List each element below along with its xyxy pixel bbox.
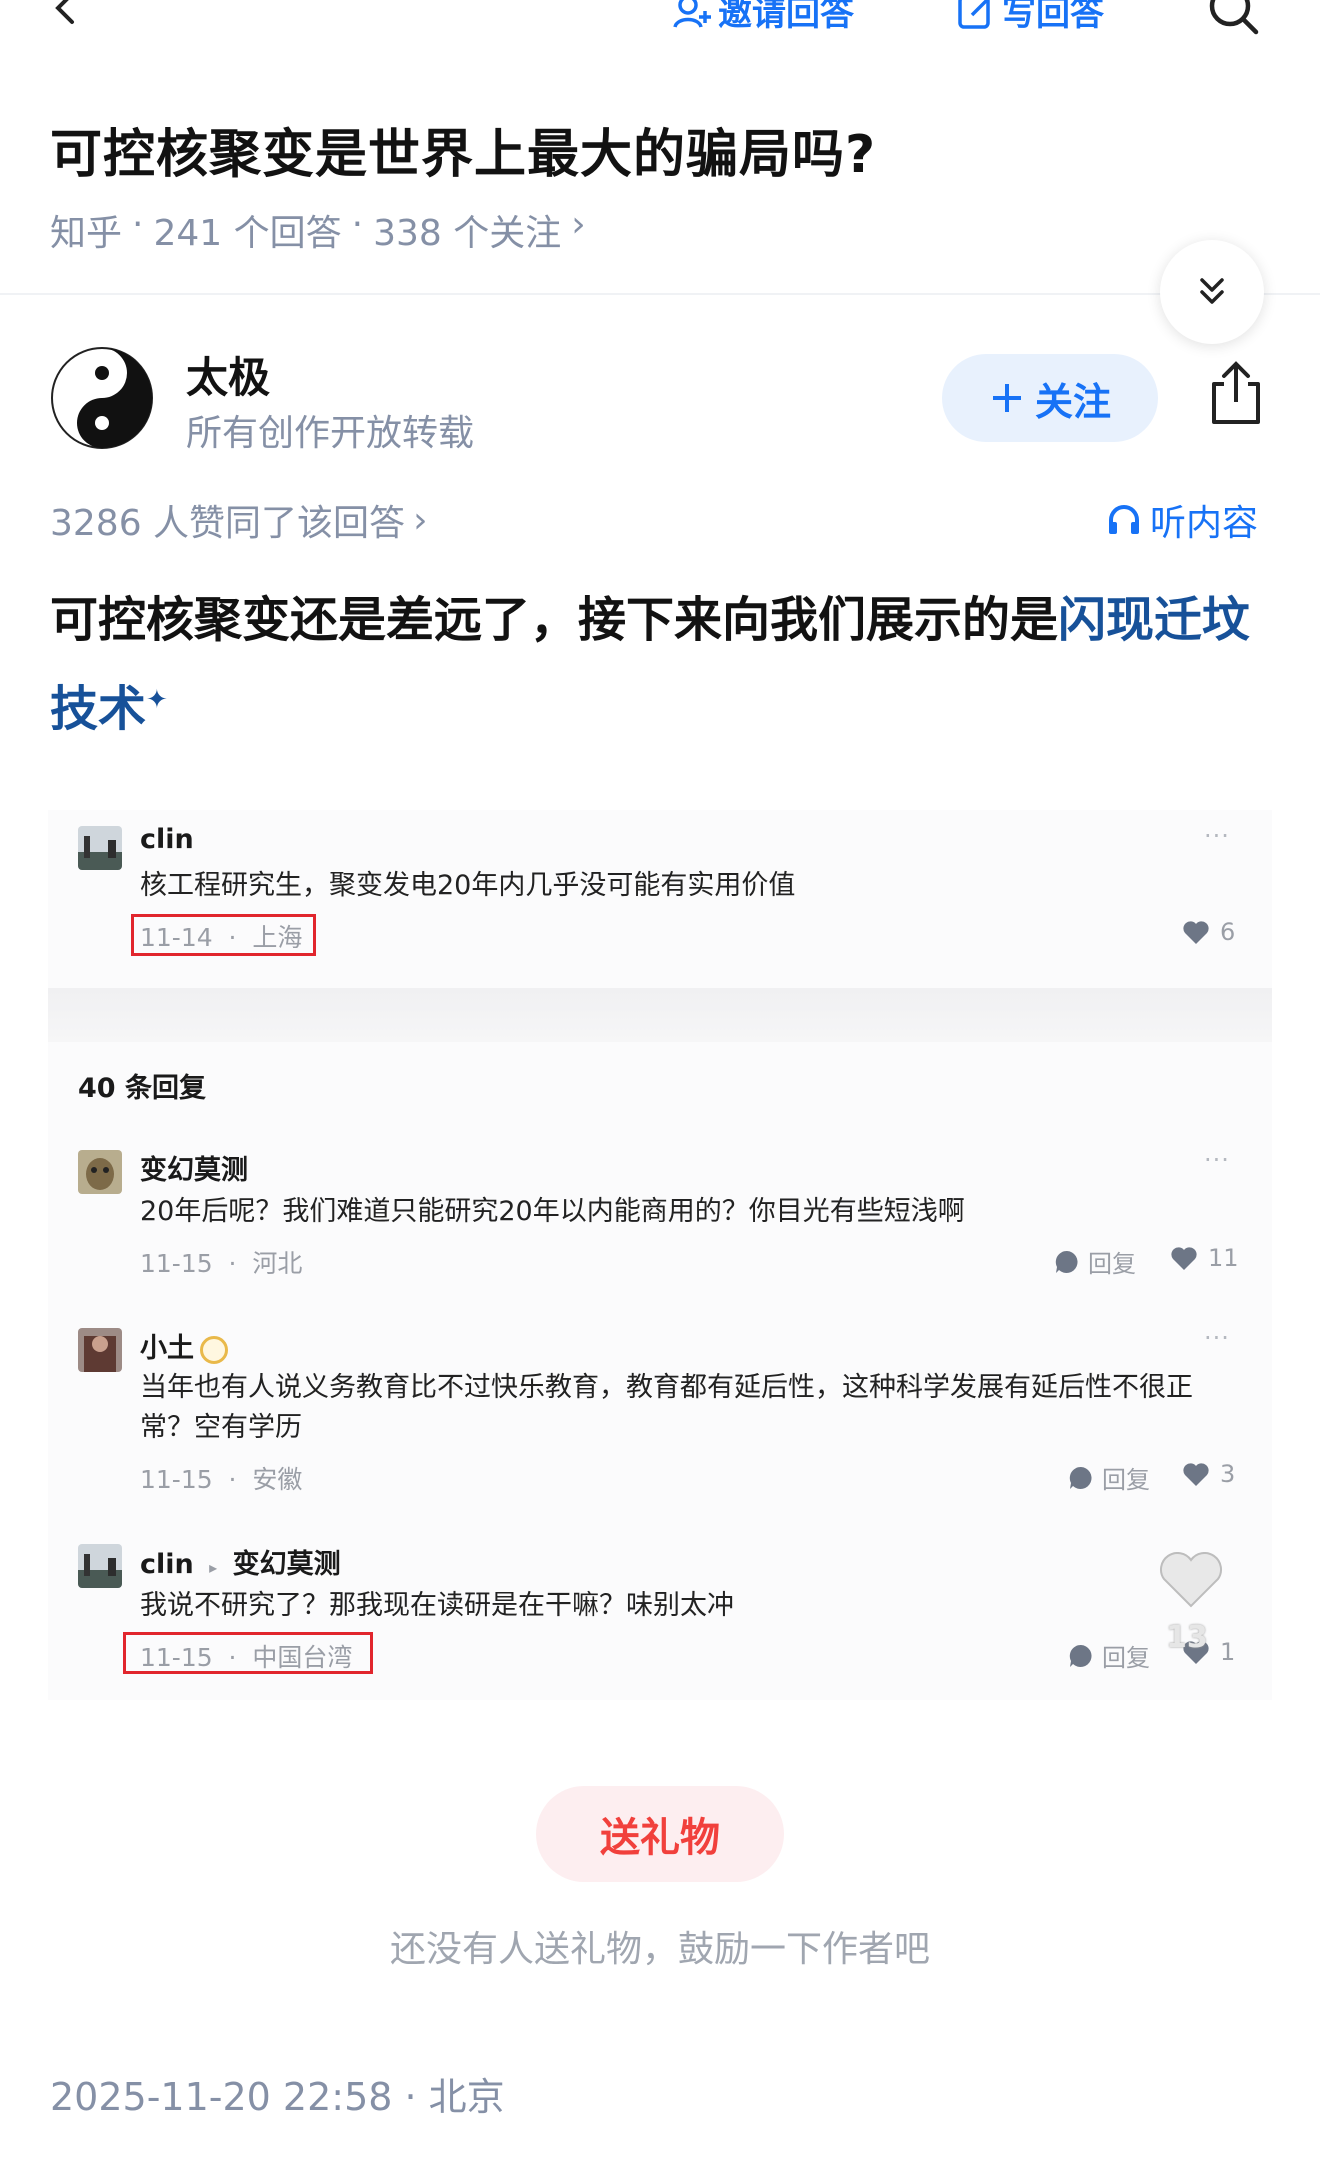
top-nav: 邀请回答 写回答 — [0, 0, 1320, 40]
header-divider — [0, 293, 1320, 295]
answer-text: 可控核聚变还是差远了，接下来向我们展示的是 — [50, 592, 1059, 648]
answer-body: 可控核聚变还是差远了，接下来向我们展示的是闪现迁坟技术✦ — [50, 580, 1280, 749]
headphones-icon — [1109, 505, 1139, 534]
share-icon[interactable] — [1206, 360, 1266, 428]
reply-label: 回复 — [1102, 1466, 1150, 1494]
author-description: 所有创作开放转载 — [186, 413, 475, 454]
comment-text: 20年后呢？我们难道只能研究20年以内能商用的？你目光有些短浅啊 — [140, 1196, 965, 1227]
heart-icon — [1183, 921, 1209, 944]
comment-text: 我说不研究了？那我现在读研是在干嘛？味别太冲 — [140, 1590, 734, 1621]
upvote-summary[interactable]: 3286 人赞同了该回答 › — [50, 494, 427, 546]
follow-label: 关注 — [1034, 379, 1111, 424]
heart-icon — [1183, 1463, 1209, 1486]
reply-button: 回复 — [1068, 1460, 1150, 1495]
edit-icon — [958, 0, 990, 29]
reply-label: 回复 — [1088, 1250, 1136, 1278]
like-number: 6 — [1220, 918, 1236, 946]
highlight-box — [131, 914, 316, 956]
question-source: 知乎 — [50, 213, 123, 254]
reply-button: 回复 — [1068, 1638, 1150, 1673]
plus-icon — [992, 384, 1021, 412]
invite-answer-label: 邀请回答 — [718, 0, 854, 34]
author-name[interactable]: 太极 — [186, 344, 270, 405]
reply-label: 回复 — [1102, 1644, 1150, 1672]
meta-separator: · — [132, 204, 144, 245]
floating-like-icon[interactable] — [1158, 1552, 1224, 1608]
collapse-button[interactable] — [1160, 240, 1264, 344]
listen-button[interactable]: 听内容 — [1106, 494, 1258, 546]
write-answer-button[interactable]: 写回答 — [956, 0, 1104, 35]
comment-meta: 11-15 · 河北 — [140, 1249, 303, 1278]
heart-icon — [1171, 1247, 1197, 1270]
commenter-name-text: clin — [140, 1549, 194, 1580]
more-icon: ··· — [1204, 1146, 1230, 1174]
question-title[interactable]: 可控核聚变是世界上最大的骗局吗? — [50, 112, 876, 187]
listen-label: 听内容 — [1150, 503, 1259, 544]
comment-bubble-icon — [1055, 1250, 1078, 1273]
more-icon: ··· — [1204, 822, 1230, 850]
like-number: 11 — [1208, 1244, 1239, 1272]
commenter-name: clin ▸ 变幻莫测 — [140, 1542, 341, 1581]
top-comment: clin ··· 核工程研究生，聚变发电20年内几乎没可能有实用价值 11-14… — [48, 810, 1272, 988]
answer-count: 241 个回答 — [153, 213, 342, 254]
chevron-right-icon: › — [413, 499, 428, 541]
author-avatar[interactable] — [50, 346, 154, 450]
meta-separator: · — [351, 204, 364, 245]
comment-location: 河北 — [252, 1249, 303, 1278]
highlight-box — [123, 1632, 373, 1674]
like-number: 3 — [1220, 1460, 1236, 1488]
double-chevron-down-icon — [1200, 278, 1224, 304]
commenter-avatar — [78, 1328, 122, 1372]
search-icon[interactable] — [1206, 0, 1262, 40]
like-number: 1 — [1220, 1638, 1236, 1666]
comment-date: 11-15 — [140, 1249, 213, 1278]
vip-badge-icon — [200, 1335, 228, 1364]
commenter-avatar — [78, 1150, 122, 1194]
chevron-right-icon: › — [571, 204, 586, 245]
answer-page: 邀请回答 写回答 可控核聚变是世界上最大的骗局吗? 知乎 · 241 个回答 ·… — [0, 0, 1320, 2175]
embedded-comment-screenshot: clin ··· 核工程研究生，聚变发电20年内几乎没可能有实用价值 11-14… — [48, 810, 1272, 1700]
like-count: 6 — [1182, 918, 1235, 946]
comment-meta: 11-15 · 安徽 — [140, 1465, 303, 1494]
floating-like-count: 13 — [1166, 1620, 1208, 1655]
write-answer-label: 写回答 — [1002, 0, 1104, 34]
comment-text: 核工程研究生，聚变发电20年内几乎没可能有实用价值 — [140, 870, 796, 901]
gift-hint: 还没有人送礼物，鼓励一下作者吧 — [389, 1929, 930, 1970]
sparkle-icon: ✦ — [146, 685, 168, 715]
commenter-name: 变幻莫测 — [140, 1155, 248, 1186]
invite-answer-button[interactable]: 邀请回答 — [672, 0, 854, 35]
comment-text: 当年也有人说义务教育比不过快乐教育，教育都有延后性，这种科学发展有延后性不很正常… — [140, 1372, 1193, 1443]
send-gift-button[interactable]: 送礼物 — [536, 1786, 784, 1882]
commenter-avatar — [78, 826, 122, 870]
commenter-avatar — [78, 1544, 122, 1588]
send-gift-label: 送礼物 — [600, 1815, 720, 1861]
back-arrow-icon[interactable] — [48, 0, 84, 26]
reply-button: 回复 — [1054, 1244, 1136, 1279]
invite-user-icon — [673, 0, 711, 28]
comment-bubble-icon — [1069, 1644, 1092, 1667]
comment-date: 11-15 — [140, 1465, 213, 1494]
commenter-name: 小土 — [140, 1326, 228, 1365]
reply-arrow-icon: ▸ — [209, 1558, 218, 1577]
section-divider — [48, 988, 1272, 1042]
follower-count: 338 个关注 — [373, 213, 562, 254]
commenter-name-text: 小土 — [140, 1333, 194, 1364]
question-meta[interactable]: 知乎 · 241 个回答 · 338 个关注 › — [50, 204, 586, 256]
like-count: 3 — [1182, 1460, 1235, 1488]
commenter-name: clin — [140, 824, 194, 855]
upvote-text: 3286 人赞同了该回答 — [50, 503, 406, 544]
follow-button[interactable]: 关注 — [942, 354, 1158, 442]
like-count: 11 — [1170, 1244, 1239, 1272]
comment-location: 安徽 — [252, 1465, 303, 1494]
reply-count: 40 条回复 — [78, 1073, 206, 1104]
post-timestamp: 2025-11-20 22:58 · 北京 — [50, 2075, 505, 2119]
reply-to-name: 变幻莫测 — [232, 1549, 341, 1580]
comment-bubble-icon — [1069, 1466, 1092, 1489]
more-icon: ··· — [1204, 1324, 1230, 1352]
